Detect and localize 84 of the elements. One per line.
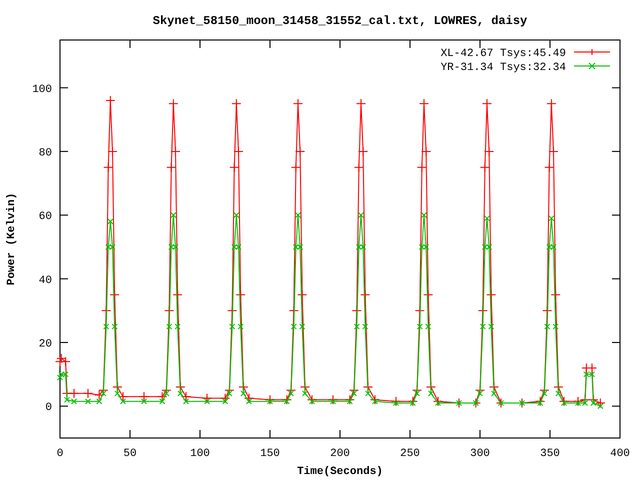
data-point (482, 98, 492, 109)
data-point (416, 162, 427, 172)
data-point (164, 306, 174, 316)
data-point (293, 98, 303, 109)
legend-label: XL-42.67 Tsys:45.49 (440, 48, 566, 60)
x-tick-label: 350 (540, 448, 560, 460)
data-point (552, 324, 559, 330)
data-point (354, 324, 360, 330)
data-point (484, 146, 494, 156)
x-tick-label: 400 (610, 448, 630, 460)
data-point (358, 212, 364, 218)
data-point (238, 324, 244, 330)
data-point (362, 324, 368, 330)
x-tick-label: 300 (470, 448, 490, 460)
data-point (544, 324, 550, 330)
y-tick-label: 80 (38, 147, 52, 160)
data-point (423, 290, 434, 300)
data-point (295, 146, 306, 156)
y-axis-label: Power (Kelvin) (6, 192, 18, 286)
data-point (486, 290, 496, 300)
x-tick-label: 100 (190, 448, 210, 460)
data-point (170, 146, 180, 156)
chart-title: Skynet_58150_moon_31458_31552_cal.txt, LOWRES, daisy (152, 14, 528, 28)
data-point (166, 324, 172, 330)
x-tick-label: 150 (260, 448, 280, 460)
data-point (290, 162, 301, 172)
y-tick-label: 20 (38, 338, 52, 350)
data-point (425, 324, 432, 330)
data-point (421, 212, 427, 218)
data-point (356, 98, 366, 109)
data-point (546, 98, 556, 109)
data-point (299, 324, 306, 330)
data-point (544, 162, 554, 172)
data-point (60, 356, 71, 367)
y-tick-label: 0 (45, 402, 52, 414)
data-point (236, 290, 246, 300)
data-point (484, 215, 490, 222)
y-tick-label: 100 (32, 84, 52, 96)
data-point (170, 212, 176, 218)
data-point (112, 324, 118, 330)
data-point (229, 162, 240, 172)
data-point (229, 324, 236, 330)
legend-line-icon (574, 48, 610, 56)
x-tick-label: 50 (123, 448, 137, 460)
data-point (480, 162, 490, 172)
data-point (101, 306, 112, 316)
data-point (107, 218, 114, 224)
x-axis-label: Time(Seconds) (297, 466, 383, 478)
data-point (172, 290, 183, 300)
data-point (488, 324, 494, 330)
data-point (416, 324, 423, 330)
legend-label: YR-31.34 Tsys:32.34 (440, 62, 566, 74)
y-tick-label: 40 (38, 274, 52, 287)
y-tick-label: 60 (38, 211, 52, 224)
x-tick-label: 200 (330, 448, 350, 460)
data-point (227, 306, 238, 316)
data-point (174, 324, 181, 330)
data-point (295, 212, 301, 218)
x-tick-label: 250 (400, 448, 420, 460)
legend-line-icon (574, 62, 610, 70)
data-point (548, 215, 554, 222)
data-point (168, 98, 178, 109)
data-point (542, 306, 552, 316)
data-point (105, 96, 116, 106)
data-point (110, 290, 120, 300)
data-point (103, 324, 110, 330)
data-point (233, 212, 240, 218)
data-point (231, 98, 242, 109)
data-point (290, 324, 297, 330)
data-point (421, 146, 432, 156)
data-point (56, 353, 66, 364)
data-point (103, 162, 114, 172)
data-point (419, 98, 429, 109)
data-point (297, 290, 308, 300)
data-point (550, 290, 561, 300)
data-point (360, 290, 370, 300)
data-point (548, 146, 558, 156)
data-point (480, 324, 486, 330)
data-point (166, 162, 176, 172)
data-point (234, 146, 244, 156)
data-point (358, 146, 368, 156)
data-point (108, 146, 118, 156)
data-point (354, 162, 364, 172)
x-tick-label: 0 (56, 448, 64, 460)
